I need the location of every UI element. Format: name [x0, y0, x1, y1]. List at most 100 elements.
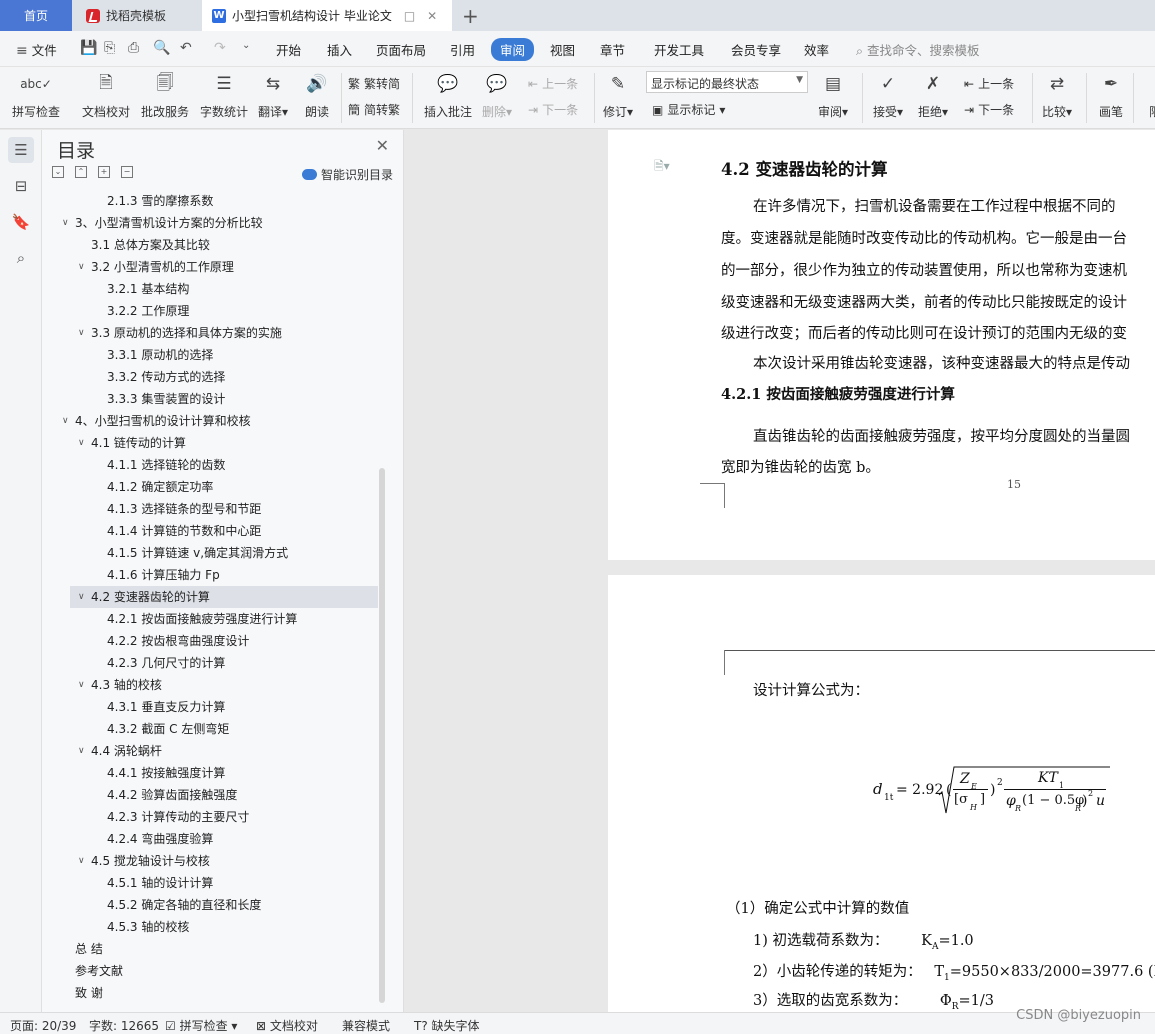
more-chevron-icon[interactable]: ⌄ [242, 40, 250, 51]
menu-layout[interactable]: 页面布局 [376, 40, 426, 59]
chevron-down-icon[interactable]: ∨ [62, 212, 69, 234]
close-icon[interactable]: ✕ [376, 136, 389, 155]
next-change-button[interactable]: ⇥ 下一条 [964, 101, 1014, 118]
insert-comment-button[interactable]: 💬 插入批注 [424, 67, 472, 120]
word-count-button[interactable]: ☰ 字数统计 [200, 67, 248, 120]
command-search[interactable]: ⌕ 查找命令、搜索模板 [856, 40, 980, 59]
toc-item[interactable]: 4.2.3 几何尺寸的计算 [42, 652, 378, 674]
toc-item[interactable]: 总 结 [42, 938, 378, 960]
proofread-button[interactable]: 🗎 文档校对 [82, 67, 130, 120]
file-menu[interactable]: ≡ 文件 [16, 40, 57, 59]
show-markup-button[interactable]: ▣ 显示标记 ▾ [652, 101, 725, 118]
menu-member[interactable]: 会员专享 [731, 40, 781, 59]
toc-item[interactable]: 4.1.4 计算链的节数和中心距 [42, 520, 378, 542]
menu-insert[interactable]: 插入 [327, 40, 352, 59]
smart-toc-button[interactable]: 智能识别目录 [301, 166, 393, 183]
chevron-down-icon[interactable]: ∨ [78, 674, 85, 696]
toc-item[interactable]: 4.3.1 垂直支反力计算 [42, 696, 378, 718]
toc-item[interactable]: ∨ 3.3 原动机的选择和具体方案的实施 [42, 322, 378, 344]
remove-heading-icon[interactable]: − [121, 166, 133, 178]
restrict-button[interactable]: 限 [1142, 67, 1155, 120]
read-aloud-button[interactable]: 🔊 朗读 [304, 67, 330, 120]
toc-item[interactable]: 3.2.2 工作原理 [42, 300, 378, 322]
doc-outline-icon[interactable]: 🗎▾ [654, 157, 670, 178]
toc-item[interactable]: 4.2.4 弯曲强度验算 [42, 828, 378, 850]
chapter-nav-icon[interactable]: ⊟ [8, 173, 34, 199]
redo-icon[interactable]: ↷ [214, 40, 226, 56]
proofread-status[interactable]: ⊠ 文档校对 [256, 1017, 318, 1034]
toc-item[interactable]: 4.1.6 计算压轴力 Fp [42, 564, 378, 586]
toc-item[interactable]: 3.3.1 原动机的选择 [42, 344, 378, 366]
tab-pin-icon[interactable]: □ [404, 9, 415, 23]
toc-panel-icon[interactable]: ☰ [8, 137, 34, 163]
toc-item[interactable]: ∨ 4.2 变速器齿轮的计算 [70, 586, 378, 608]
chevron-down-icon[interactable]: ∨ [78, 740, 85, 762]
toc-scrollbar[interactable] [379, 468, 385, 1003]
toc-item[interactable]: ∨ 3.2 小型清雪机的工作原理 [42, 256, 378, 278]
prev-comment-button[interactable]: ⇤ 上一条 [528, 75, 578, 92]
missing-font-status[interactable]: T? 缺失字体 [414, 1017, 480, 1034]
toc-item[interactable]: 3.1 总体方案及其比较 [42, 234, 378, 256]
new-tab-icon[interactable]: + [462, 4, 479, 28]
toc-item[interactable]: 4.2.2 按齿根弯曲强度设计 [42, 630, 378, 652]
reject-button[interactable]: ✗ 拒绝▾ [918, 67, 948, 120]
review-pane-button[interactable]: ▤ 审阅▾ [818, 67, 848, 120]
chevron-down-icon[interactable]: ∨ [78, 256, 85, 278]
toc-item[interactable]: ∨ 4.4 涡轮蜗杆 [42, 740, 378, 762]
chevron-down-icon[interactable]: ∨ [62, 410, 69, 432]
tab-home[interactable]: 首页 [0, 0, 72, 31]
next-comment-button[interactable]: ⇥ 下一条 [528, 101, 578, 118]
tab-document[interactable]: W 小型扫雪机结构设计 毕业论文 □ ✕ [202, 0, 452, 31]
toc-item[interactable]: 4.5.2 确定各轴的直径和长度 [42, 894, 378, 916]
export-pdf-icon[interactable]: ⎘ [104, 40, 115, 56]
delete-comment-button[interactable]: 💬 删除▾ [482, 67, 512, 120]
toc-item[interactable]: ∨ 4.3 轴的校核 [42, 674, 378, 696]
menu-start[interactable]: 开始 [276, 40, 301, 59]
toc-item[interactable]: 3.3.2 传动方式的选择 [42, 366, 378, 388]
track-changes-button[interactable]: ✎ 修订▾ [603, 67, 633, 120]
print-preview-icon[interactable]: 🔍 [153, 40, 170, 56]
toc-item[interactable]: 4.5.1 轴的设计计算 [42, 872, 378, 894]
toc-item[interactable]: 4.1.3 选择链条的型号和节距 [42, 498, 378, 520]
toc-item[interactable]: ∨ 4.1 链传动的计算 [42, 432, 378, 454]
word-count-indicator[interactable]: 字数: 12665 [89, 1017, 159, 1034]
compare-button[interactable]: ⇄ 比较▾ [1042, 67, 1072, 120]
save-icon[interactable]: 💾 [80, 40, 97, 56]
toc-item[interactable]: 4.4.2 验算齿面接触强度 [42, 784, 378, 806]
toc-item[interactable]: 致 谢 [42, 982, 378, 1004]
pen-button[interactable]: ✒ 画笔 [1098, 67, 1124, 120]
toc-item[interactable]: 3.3.3 集雪装置的设计 [42, 388, 378, 410]
compat-mode[interactable]: 兼容模式 [342, 1017, 390, 1034]
expand-all-icon[interactable]: ⌃ [75, 166, 87, 178]
menu-dev-tools[interactable]: 开发工具 [654, 40, 704, 59]
toc-item[interactable]: 4.2.3 计算传动的主要尺寸 [42, 806, 378, 828]
markup-state-select[interactable]: 显示标记的最终状态 ▼ [646, 71, 808, 93]
prev-change-button[interactable]: ⇤ 上一条 [964, 75, 1014, 92]
simp-to-trad-button[interactable]: 簡简转繁 [348, 101, 400, 118]
document-area[interactable]: 🗎▾ 4.2 变速器齿轮的计算 在许多情况下，扫雪机设备需要在工作过程中根据不同… [404, 130, 1155, 1012]
chevron-down-icon[interactable]: ∨ [78, 322, 85, 344]
toc-item[interactable]: 4.4.1 按接触强度计算 [42, 762, 378, 784]
menu-review[interactable]: 审阅 [491, 38, 535, 61]
accept-button[interactable]: ✓ 接受▾ [873, 67, 903, 120]
toc-item[interactable]: ∨ 3、小型清雪机设计方案的分析比较 [42, 212, 378, 234]
spell-check-button[interactable]: abc✓ 拼写检查 [12, 67, 60, 120]
collapse-all-icon[interactable]: ⌄ [52, 166, 64, 178]
toc-item[interactable]: ∨ 4、小型扫雪机的设计计算和校核 [42, 410, 378, 432]
menu-chapter[interactable]: 章节 [600, 40, 625, 59]
toc-item[interactable]: 4.5.3 轴的校核 [42, 916, 378, 938]
bookmark-icon[interactable]: 🔖 [8, 209, 34, 235]
chevron-down-icon[interactable]: ∨ [78, 586, 85, 608]
toc-item[interactable]: 3.2.1 基本结构 [42, 278, 378, 300]
chevron-down-icon[interactable]: ∨ [78, 850, 85, 872]
toc-item[interactable]: 4.2.1 按齿面接触疲劳强度进行计算 [42, 608, 378, 630]
toc-item[interactable]: 4.1.2 确定额定功率 [42, 476, 378, 498]
toc-item[interactable]: ∨ 4.5 搅龙轴设计与校核 [42, 850, 378, 872]
find-icon[interactable]: ⌕ [8, 245, 34, 271]
print-icon[interactable]: ⎙ [128, 40, 139, 56]
translate-button[interactable]: ⇆ 翻译▾ [258, 67, 288, 120]
toc-item[interactable]: 参考文献 [42, 960, 378, 982]
chevron-down-icon[interactable]: ∨ [78, 432, 85, 454]
add-heading-icon[interactable]: + [98, 166, 110, 178]
tab-daoke[interactable]: 找稻壳模板 [74, 0, 198, 31]
